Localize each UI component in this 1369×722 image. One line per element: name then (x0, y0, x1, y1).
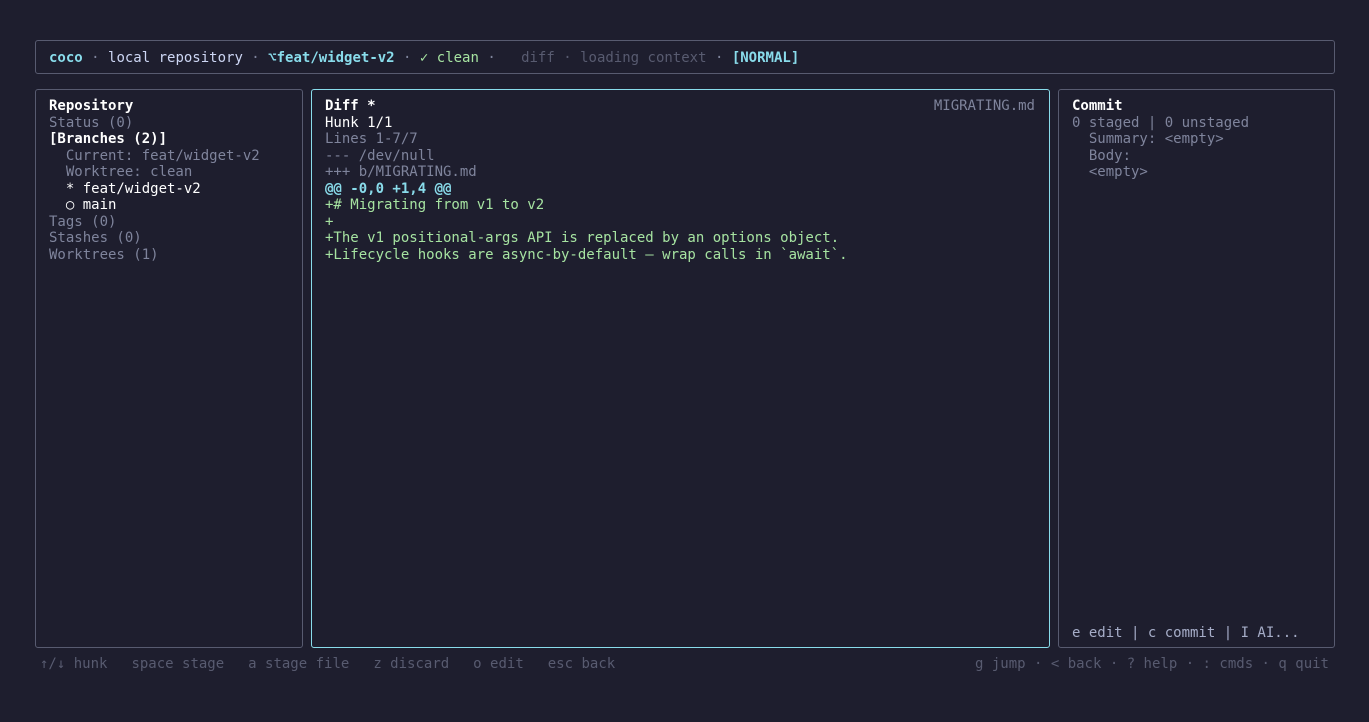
separator: · (394, 50, 420, 66)
hint-discard: z discard (373, 656, 450, 672)
worktree-status: ✓ clean (419, 50, 479, 66)
separator: · (706, 50, 732, 66)
commit-summary-field[interactable]: Summary: <empty> (1072, 131, 1321, 148)
diff-added-line[interactable]: +# Migrating from v1 to v2 (325, 197, 1036, 214)
hint-edit: o edit (473, 656, 524, 672)
worktree-info: Worktree: clean (49, 164, 193, 180)
diff-panel[interactable]: MIGRATING.md Diff * Hunk 1/1 Lines 1-7/7… (311, 89, 1050, 648)
hunk-header[interactable]: @@ -0,0 +1,4 @@ (325, 181, 1036, 198)
separator: · (554, 50, 581, 66)
diff-plus-file: +++ b/MIGRATING.md (325, 164, 477, 180)
keybinding-hints-right: g jump · < back · ? help · : cmds · q qu… (974, 656, 1329, 672)
commit-panel[interactable]: Commit 0 staged | 0 unstaged Summary: <e… (1058, 89, 1335, 648)
section-branches[interactable]: [Branches (2)] (49, 131, 289, 148)
context-status: loading context (580, 50, 707, 66)
current-branch-info: Current: feat/widget-v2 (49, 147, 260, 164)
hint-stage-file: a stage file (248, 656, 350, 672)
section-stashes[interactable]: Stashes (0) (49, 230, 289, 247)
branch-item-feat-widget-v2[interactable]: * feat/widget-v2 (49, 181, 289, 198)
diff-added-line[interactable]: +The v1 positional-args API is replaced … (325, 230, 1036, 247)
stage-counts: 0 staged | 0 unstaged (1072, 114, 1250, 131)
current-branch: ⌥feat/widget-v2 (268, 50, 395, 66)
status-bar-row: coco · local repository · ⌥feat/widget-v… (49, 49, 799, 67)
mode-indicator: [NORMAL] (731, 50, 800, 66)
separator: · (242, 50, 269, 66)
hint-stage: space stage (131, 656, 225, 672)
panel-title: Commit (1072, 98, 1123, 114)
app-name: coco (49, 50, 83, 66)
branch-item-main[interactable]: ○ main (49, 197, 289, 214)
repository-panel[interactable]: Repository Status (0) [Branches (2)] Cur… (35, 89, 303, 648)
repository-label: local repository (108, 50, 243, 66)
separator: · (478, 50, 522, 66)
hunk-counter: Hunk 1/1 (325, 114, 393, 131)
hint-hunk: ↑/↓ hunk (40, 656, 108, 672)
section-worktrees[interactable]: Worktrees (1) (49, 247, 289, 264)
hint-back: esc back (547, 656, 616, 672)
line-range: Lines 1-7/7 (325, 131, 418, 147)
section-status[interactable]: Status (0) (49, 115, 289, 132)
panel-title: Repository (49, 98, 134, 114)
keybinding-hints-left: ↑/↓ hunk space stage a stage file z discard… (40, 655, 615, 673)
panel-title: Diff * (325, 98, 376, 114)
status-bar: coco · local repository · ⌥feat/widget-v… (35, 40, 1335, 74)
separator: · (82, 50, 109, 66)
diff-added-line[interactable]: + (325, 214, 1036, 231)
section-tags[interactable]: Tags (0) (49, 214, 289, 231)
commit-actions-hint: e edit | c commit | I AI... (1072, 624, 1300, 641)
view-name: diff (521, 50, 555, 66)
diff-added-line[interactable]: +Lifecycle hooks are async-by-default — … (325, 247, 1036, 264)
commit-body-label: Body: (1072, 147, 1132, 164)
commit-body-field[interactable]: <empty> (1072, 164, 1321, 181)
diff-minus-file: --- /dev/null (325, 147, 435, 164)
